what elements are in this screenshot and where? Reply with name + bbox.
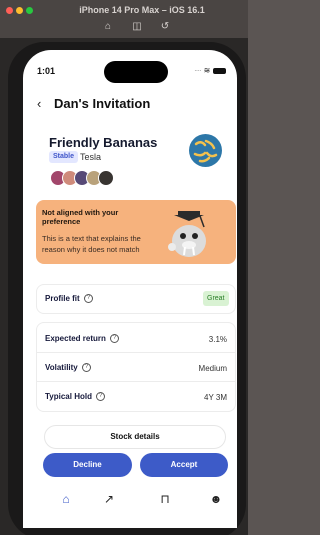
volatility-value: Medium xyxy=(198,364,227,373)
back-button[interactable]: ‹ xyxy=(37,96,41,111)
page-title: Dan's Invitation xyxy=(54,96,151,111)
simulator-title: iPhone 14 Pro Max – iOS 16.1 xyxy=(79,5,205,15)
help-icon[interactable]: ? xyxy=(81,363,91,373)
book-icon[interactable]: ⊓ xyxy=(157,491,173,507)
expected-return-label: Expected return ? xyxy=(45,334,120,344)
stock-ticker: Tesla xyxy=(80,152,102,162)
home-icon[interactable]: ⌂ xyxy=(101,20,115,34)
volatility-label: Volatility ? xyxy=(45,363,91,373)
profile-fit-text: Profile fit xyxy=(45,294,80,303)
warning-title-line: Not aligned with your xyxy=(42,208,119,217)
dynamic-island xyxy=(104,61,168,83)
typical-hold-label: Typical Hold ? xyxy=(45,392,106,402)
minimize-window-button[interactable] xyxy=(16,7,23,14)
profile-fit-label: Profile fit ? xyxy=(45,294,93,304)
simulator-toolbar: iPhone 14 Pro Max – iOS 16.1 ⌂ ◫ ↺ xyxy=(0,0,248,38)
people-icon[interactable]: ☻ xyxy=(208,491,224,507)
zoom-window-button[interactable] xyxy=(26,7,33,14)
profile-fit-badge: Great xyxy=(203,291,229,306)
divider xyxy=(36,381,236,382)
accept-button[interactable]: Accept xyxy=(140,453,228,477)
stable-badge: Stable xyxy=(49,151,79,163)
close-window-button[interactable] xyxy=(6,7,13,14)
warning-text: This is a text that explains the reason … xyxy=(42,234,141,254)
wifi-icon: ≋ xyxy=(203,66,211,75)
stock-details-button[interactable]: Stock details xyxy=(44,425,226,449)
divider xyxy=(36,352,236,353)
help-icon[interactable]: ? xyxy=(110,334,120,344)
stock-name: Friendly Bananas xyxy=(49,135,158,150)
home-icon[interactable]: ⌂ xyxy=(58,491,74,507)
avatar xyxy=(98,170,114,186)
status-icons: ···· ≋ xyxy=(194,66,227,75)
investor-avatars[interactable] xyxy=(50,170,116,186)
tab-bar xyxy=(23,483,237,528)
signal-icon: ···· xyxy=(194,66,202,75)
warning-title: Not aligned with your preference xyxy=(42,208,118,226)
metric-label: Volatility xyxy=(45,363,78,372)
help-icon[interactable]: ? xyxy=(83,294,93,304)
rotate-icon[interactable]: ↺ xyxy=(158,20,172,34)
status-time: 1:01 xyxy=(37,66,56,76)
stock-logo xyxy=(189,134,222,167)
battery-icon xyxy=(213,67,227,74)
typical-hold-value: 4Y 3M xyxy=(204,393,227,402)
walrus-mascot-icon xyxy=(164,207,212,261)
trend-icon[interactable]: ↗ xyxy=(101,491,117,507)
screenshot-icon[interactable]: ◫ xyxy=(130,20,144,34)
decline-button[interactable]: Decline xyxy=(43,453,132,477)
help-icon[interactable]: ? xyxy=(96,392,106,402)
metric-label: Expected return xyxy=(45,334,106,343)
warning-title-line: preference xyxy=(42,217,81,226)
expected-return-value: 3.1% xyxy=(208,335,227,344)
metric-label: Typical Hold xyxy=(45,392,92,401)
